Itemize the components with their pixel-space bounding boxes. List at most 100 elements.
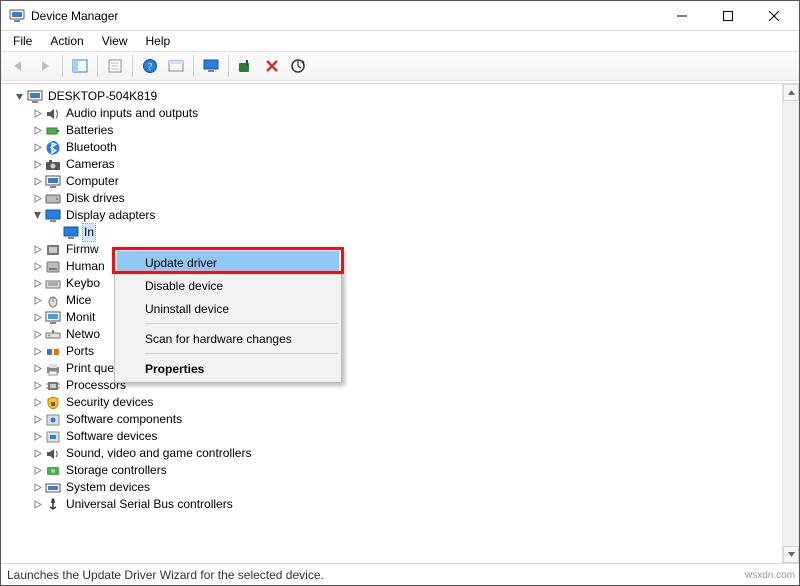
tree-node[interactable]: Disk drives bbox=[7, 190, 799, 207]
context-menu-item[interactable]: Uninstall device bbox=[117, 297, 339, 320]
keyboard-icon bbox=[45, 276, 61, 292]
expand-icon[interactable] bbox=[31, 448, 43, 460]
toolbar-icon-1[interactable] bbox=[164, 54, 188, 78]
expand-icon[interactable] bbox=[31, 465, 43, 477]
swd-icon bbox=[45, 429, 61, 445]
tree-node-label: System devices bbox=[65, 479, 151, 496]
tree-node-label: Cameras bbox=[65, 156, 116, 173]
close-button[interactable] bbox=[751, 1, 797, 31]
expand-icon[interactable] bbox=[31, 176, 43, 188]
expand-icon[interactable] bbox=[31, 295, 43, 307]
swc-icon bbox=[45, 412, 61, 428]
tree-node[interactable]: System devices bbox=[7, 479, 799, 496]
tree-node-label: Storage controllers bbox=[65, 462, 168, 479]
menu-file[interactable]: File bbox=[5, 33, 40, 49]
expand-icon[interactable] bbox=[31, 414, 43, 426]
maximize-button[interactable] bbox=[705, 1, 751, 31]
help-button[interactable]: ? bbox=[138, 54, 162, 78]
forward-button[interactable] bbox=[33, 54, 57, 78]
tree-node-label: Netwo bbox=[65, 326, 101, 343]
expand-icon[interactable] bbox=[31, 431, 43, 443]
camera-icon bbox=[45, 157, 61, 173]
expand-icon[interactable] bbox=[31, 244, 43, 256]
firmware-icon bbox=[45, 242, 61, 258]
status-text: Launches the Update Driver Wizard for th… bbox=[7, 568, 324, 582]
expand-icon[interactable] bbox=[31, 380, 43, 392]
tree-node-label: Sound, video and game controllers bbox=[65, 445, 252, 462]
uninstall-button[interactable] bbox=[260, 54, 284, 78]
menu-view[interactable]: View bbox=[94, 33, 136, 49]
expand-icon[interactable] bbox=[31, 142, 43, 154]
tree-node[interactable]: Software devices bbox=[7, 428, 799, 445]
expand-icon[interactable] bbox=[31, 499, 43, 511]
scan-button[interactable] bbox=[286, 54, 310, 78]
battery-icon bbox=[45, 123, 61, 139]
collapse-icon[interactable] bbox=[13, 91, 25, 103]
display-icon bbox=[45, 208, 61, 224]
audio-icon bbox=[45, 106, 61, 122]
expand-icon[interactable] bbox=[31, 261, 43, 273]
titlebar: Device Manager bbox=[1, 1, 799, 31]
context-menu-separator bbox=[145, 353, 338, 354]
expand-icon[interactable] bbox=[31, 125, 43, 137]
tree-node-label: Security devices bbox=[65, 394, 154, 411]
tree-node-label: Human bbox=[65, 258, 106, 275]
context-menu-item[interactable]: Scan for hardware changes bbox=[117, 327, 339, 350]
context-menu-item[interactable]: Disable device bbox=[117, 274, 339, 297]
scroll-down-button[interactable] bbox=[783, 546, 799, 563]
vertical-scrollbar[interactable] bbox=[782, 84, 799, 563]
add-legacy-button[interactable] bbox=[234, 54, 258, 78]
back-button[interactable] bbox=[7, 54, 31, 78]
toolbar: ? bbox=[1, 51, 799, 81]
tree-leaf-label: In bbox=[83, 224, 95, 241]
computer-icon bbox=[27, 89, 43, 105]
expand-icon[interactable] bbox=[31, 329, 43, 341]
ports-icon bbox=[45, 344, 61, 360]
app-icon bbox=[9, 8, 25, 24]
menu-action[interactable]: Action bbox=[42, 33, 91, 49]
expand-icon[interactable] bbox=[31, 312, 43, 324]
expand-icon[interactable] bbox=[31, 210, 43, 222]
tree-node[interactable]: Cameras bbox=[7, 156, 799, 173]
expand-icon[interactable] bbox=[31, 159, 43, 171]
tree-leaf[interactable]: In bbox=[7, 224, 799, 241]
menubar: File Action View Help bbox=[1, 31, 799, 51]
context-menu: Update driverDisable deviceUninstall dev… bbox=[114, 248, 342, 383]
sound-icon bbox=[45, 446, 61, 462]
context-menu-item[interactable]: Update driver bbox=[117, 251, 339, 274]
toolbar-icon-monitor[interactable] bbox=[199, 54, 223, 78]
expand-icon[interactable] bbox=[31, 363, 43, 375]
expand-icon[interactable] bbox=[31, 397, 43, 409]
tree-node[interactable]: Security devices bbox=[7, 394, 799, 411]
tree-node[interactable]: Bluetooth bbox=[7, 139, 799, 156]
tree-node-label: Monit bbox=[65, 309, 96, 326]
expand-icon[interactable] bbox=[31, 108, 43, 120]
tree-node[interactable]: Display adapters bbox=[7, 207, 799, 224]
tree-node[interactable]: Storage controllers bbox=[7, 462, 799, 479]
minimize-button[interactable] bbox=[659, 1, 705, 31]
tree-node-label: Display adapters bbox=[65, 207, 156, 224]
context-menu-item[interactable]: Properties bbox=[117, 357, 339, 380]
expand-icon[interactable] bbox=[31, 278, 43, 290]
expand-icon[interactable] bbox=[31, 193, 43, 205]
tree-node[interactable]: Universal Serial Bus controllers bbox=[7, 496, 799, 513]
tree-node[interactable]: Software components bbox=[7, 411, 799, 428]
tree-node[interactable]: Computer bbox=[7, 173, 799, 190]
show-hide-tree-button[interactable] bbox=[68, 54, 92, 78]
tree-node-label: Computer bbox=[65, 173, 120, 190]
tree-node-label: Disk drives bbox=[65, 190, 126, 207]
scroll-up-button[interactable] bbox=[783, 84, 799, 101]
mouse-icon bbox=[45, 293, 61, 309]
watermark: wsxdn.com bbox=[745, 570, 795, 581]
expand-icon[interactable] bbox=[31, 482, 43, 494]
tree-node[interactable]: Audio inputs and outputs bbox=[7, 105, 799, 122]
properties-button[interactable] bbox=[103, 54, 127, 78]
tree-node[interactable]: Sound, video and game controllers bbox=[7, 445, 799, 462]
tree-root[interactable]: DESKTOP-504K819 bbox=[7, 88, 799, 105]
tree-node[interactable]: Batteries bbox=[7, 122, 799, 139]
menu-help[interactable]: Help bbox=[138, 33, 179, 49]
system-icon bbox=[45, 480, 61, 496]
bt-icon bbox=[45, 140, 61, 156]
expand-icon[interactable] bbox=[31, 346, 43, 358]
display-icon bbox=[63, 225, 79, 241]
